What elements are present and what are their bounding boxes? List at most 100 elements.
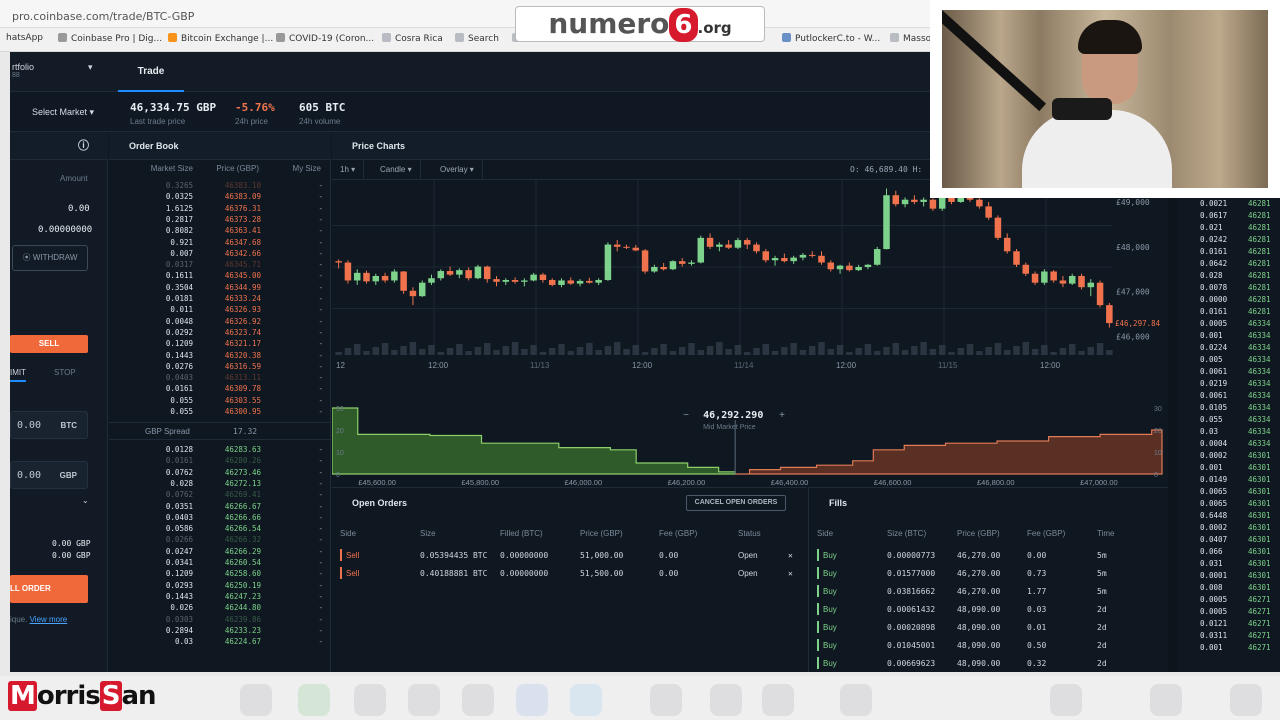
bookmark-whatsapp[interactable]: hatsApp (6, 33, 43, 43)
candle-body (1096, 282, 1104, 306)
limit-price-input[interactable]: 0.00 GBP (10, 461, 88, 489)
limit-tab[interactable]: IMIT (10, 368, 26, 382)
ask-row[interactable]: 1.6125 46376.31 - (109, 204, 331, 214)
bid-row[interactable]: 0.0351 46266.67 - (109, 502, 331, 512)
portfolio-selector[interactable]: rtfolio ▾ 88 (10, 52, 108, 92)
bookmark-bitcoin-exchange[interactable]: Bitcoin Exchange |... (168, 33, 273, 44)
my-size: - (318, 214, 323, 224)
ask-row[interactable]: 0.0161 46309.78 - (109, 385, 331, 394)
ask-row[interactable]: 0.2817 46373.28 - (109, 214, 331, 225)
dock-chrome-icon[interactable] (298, 684, 330, 716)
view-more-link[interactable]: View more (30, 615, 68, 624)
trade-price: 46334 (1248, 367, 1271, 376)
dock-app-icon[interactable] (710, 684, 742, 716)
interval-dropdown[interactable]: 1h ▾ (332, 160, 365, 180)
bid-row[interactable]: 0.0293 46250.19 - (109, 581, 331, 591)
candlestick-chart[interactable]: £49,000 £48,000 £47,000 £46,000 £46,297.84 12… (332, 180, 1168, 402)
bid-row[interactable]: 0.026 46244.80 - (109, 604, 331, 613)
trade-price: 46281 (1248, 283, 1271, 292)
candle-body (688, 262, 695, 264)
ask-row[interactable]: 0.055 46303.55 - (109, 396, 331, 406)
withdraw-button[interactable]: ⦿ WITHDRAW (12, 245, 88, 271)
dock-app-icon[interactable] (354, 684, 386, 716)
dock-telegram-icon[interactable] (570, 684, 602, 716)
bookmark-covid[interactable]: COVID-19 (Coron... (276, 33, 374, 44)
ask-row[interactable]: 0.1209 46321.17 - (109, 340, 331, 349)
candle-body (734, 240, 742, 248)
dock-document-icon[interactable] (1150, 684, 1182, 716)
chart-type-dropdown[interactable]: Candle ▾ (372, 160, 421, 180)
ask-row[interactable]: 0.0292 46323.74 - (109, 328, 331, 338)
my-size: - (318, 305, 323, 315)
volume-bar (344, 348, 352, 355)
amount-input[interactable]: 0.00 BTC (10, 411, 88, 439)
dock-app-icon[interactable] (408, 684, 440, 716)
depth-chart[interactable]: 46,292.290 Mid Market Price − +0 0 10 10 20 20 30… (332, 402, 1168, 487)
cancel-order-icon[interactable]: ✕ (788, 551, 793, 560)
info-icon[interactable]: ⓘ (78, 132, 89, 160)
select-market-dropdown[interactable]: Select Market ▾ (32, 107, 94, 118)
dock-trash-icon[interactable] (1230, 684, 1262, 716)
ask-row[interactable]: 0.3504 46344.99 - (109, 283, 331, 293)
bid-row[interactable]: 0.0403 46266.66 - (109, 513, 331, 523)
bid-row[interactable]: 0.0266 46266.32 - (109, 536, 331, 545)
bookmark-putlocker[interactable]: PutlockerC.to - W... (782, 33, 880, 44)
ask-row[interactable]: 0.1611 46345.00 - (109, 272, 331, 281)
ask-row[interactable]: 0.011 46326.93 - (109, 306, 331, 315)
bookmark-costa-rica[interactable]: Cosra Rica (382, 33, 443, 44)
overlay-dropdown[interactable]: Overlay ▾ (432, 160, 483, 180)
bid-row[interactable]: 0.2894 46233.23 - (109, 626, 331, 636)
chevron-down-icon[interactable]: ⌄ (82, 496, 89, 505)
trade-price: 46281 (1248, 259, 1271, 268)
trade-price: 46301 (1248, 511, 1271, 520)
cancel-open-orders-button[interactable]: CANCEL OPEN ORDERS (686, 495, 786, 511)
stop-tab[interactable]: STOP (54, 368, 76, 377)
fill-cell: Buy (823, 605, 837, 614)
bid-row[interactable]: 0.03 46224.67 - (109, 638, 331, 647)
place-sell-order-button[interactable]: LL ORDER (10, 575, 88, 603)
volume-bar (938, 345, 946, 355)
bid-row[interactable]: 0.0303 46239.86 - (109, 615, 331, 625)
tab-trade[interactable]: Trade (118, 52, 184, 92)
ask-row[interactable]: 0.0317 46345.71 - (109, 261, 331, 270)
ask-row[interactable]: 0.8082 46363.41 - (109, 227, 331, 236)
dock-document-icon[interactable] (1050, 684, 1082, 716)
ask-row[interactable]: 0.0276 46316.59 - (109, 362, 331, 372)
bid-row[interactable]: 0.0762 46273.46 - (109, 468, 331, 478)
ask-row[interactable]: 0.055 46300.95 - (109, 407, 331, 417)
ask-row[interactable]: 0.0048 46326.92 - (109, 317, 331, 327)
dock-app-icon[interactable] (650, 684, 682, 716)
trade-price: 46281 (1248, 295, 1271, 304)
ask-row[interactable]: 0.0403 46313.11 - (109, 374, 331, 383)
dock-app-icon[interactable] (762, 684, 794, 716)
bid-row[interactable]: 0.1443 46247.23 - (109, 592, 331, 602)
bookmark-search[interactable]: Search (455, 33, 499, 44)
dock-zoom-icon[interactable] (516, 684, 548, 716)
bid-row[interactable]: 0.0247 46266.29 - (109, 547, 331, 557)
url-text[interactable]: pro.coinbase.com/trade/BTC-GBP (12, 10, 194, 23)
sell-tab[interactable]: SELL (10, 335, 88, 353)
dock-app-icon[interactable] (462, 684, 494, 716)
ask-row[interactable]: 0.921 46347.68 - (109, 238, 331, 248)
bid-row[interactable]: 0.028 46272.13 - (109, 479, 331, 489)
fill-cell: 46,270.00 (957, 551, 1001, 560)
ask-row[interactable]: 0.0181 46333.24 - (109, 294, 331, 304)
bid-row[interactable]: 0.0586 46266.54 - (109, 525, 331, 534)
bookmark-masso[interactable]: Masso (890, 33, 931, 44)
ask-row[interactable]: 0.1443 46320.38 - (109, 351, 331, 361)
bid-row[interactable]: 0.1209 46258.60 - (109, 570, 331, 579)
dock-folder-icon[interactable] (840, 684, 872, 716)
bookmark-coinbase[interactable]: Coinbase Pro | Dig... (58, 33, 162, 44)
dock-app-icon[interactable] (240, 684, 272, 716)
bid-row[interactable]: 0.0341 46260.54 - (109, 558, 331, 568)
bid-row[interactable]: 0.0762 46269.41 - (109, 491, 331, 500)
ask-row[interactable]: 0.3265 46383.10 - (109, 181, 331, 191)
cancel-order-icon[interactable]: ✕ (788, 569, 793, 578)
candle-body (530, 274, 537, 281)
presenter-video (942, 10, 1268, 188)
bid-row[interactable]: 0.0161 46280.26 - (109, 457, 331, 466)
ask-row[interactable]: 0.0325 46383.09 - (109, 193, 331, 202)
bid-row[interactable]: 0.0128 46283.63 - (109, 445, 331, 455)
volume-bar (725, 349, 732, 355)
ask-row[interactable]: 0.007 46342.66 - (109, 249, 331, 259)
